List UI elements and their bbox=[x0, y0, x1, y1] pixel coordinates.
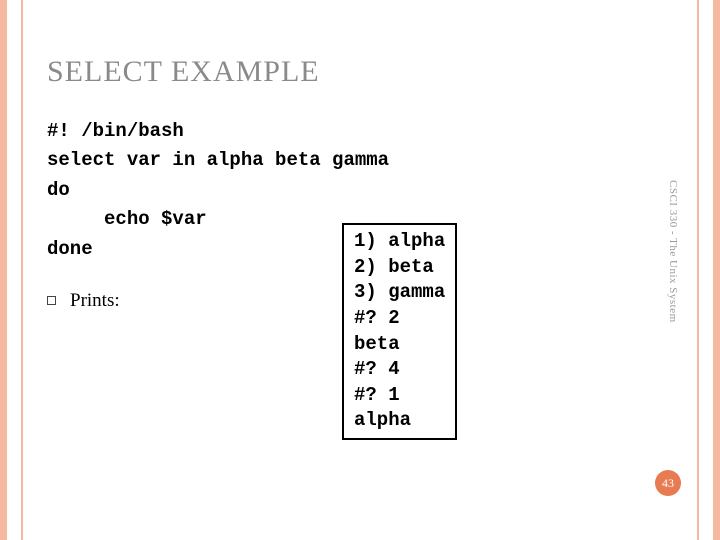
output-line: 1) alpha bbox=[354, 230, 445, 252]
code-line: select var in alpha beta gamma bbox=[47, 149, 389, 171]
bullet-label: Prints: bbox=[70, 290, 120, 311]
output-line: 2) beta bbox=[354, 256, 434, 278]
course-label: CSCI 330 - The Unix System bbox=[667, 180, 679, 323]
code-line: echo $var bbox=[47, 208, 207, 230]
output-line: 3) gamma bbox=[354, 281, 445, 303]
output-line: #? 1 bbox=[354, 384, 400, 406]
code-line: done bbox=[47, 238, 93, 260]
output-box: 1) alpha 2) beta 3) gamma #? 2 beta #? 4… bbox=[342, 223, 457, 440]
code-line: #! /bin/bash bbox=[47, 120, 184, 142]
output-line: beta bbox=[354, 333, 400, 355]
output-line: alpha bbox=[354, 409, 411, 431]
page-number-badge: 43 bbox=[655, 470, 681, 496]
slide: SELECT EXAMPLE #! /bin/bash select var i… bbox=[0, 0, 720, 540]
code-line: do bbox=[47, 179, 70, 201]
slide-title: SELECT EXAMPLE bbox=[47, 55, 673, 89]
output-line: #? 4 bbox=[354, 358, 400, 380]
page-number: 43 bbox=[662, 476, 674, 491]
output-line: #? 2 bbox=[354, 307, 400, 329]
